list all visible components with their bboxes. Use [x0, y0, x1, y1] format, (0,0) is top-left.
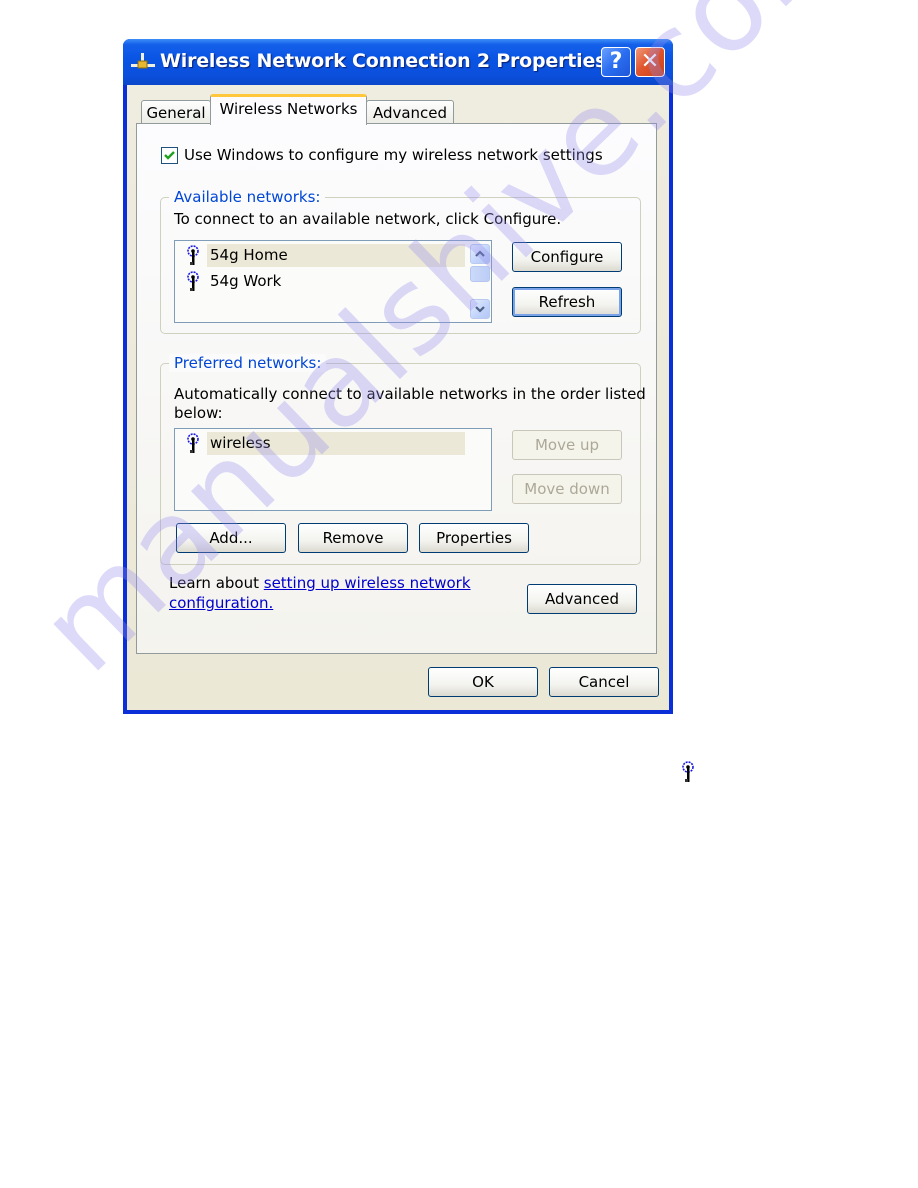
help-icon: ?	[609, 49, 623, 74]
refresh-button[interactable]: Refresh	[512, 287, 622, 317]
add-button[interactable]: Add...	[176, 523, 286, 553]
available-networks-instruction: To connect to an available network, clic…	[174, 210, 562, 228]
preferred-networks-group: Preferred networks: Automatically connec…	[160, 354, 646, 565]
list-item[interactable]: 54g Work	[175, 269, 465, 294]
available-networks-legend: Available networks:	[169, 188, 326, 206]
tab-general[interactable]: General	[141, 100, 211, 124]
wireless-antenna-icon	[682, 761, 694, 782]
use-windows-checkbox[interactable]	[161, 147, 178, 164]
preferred-networks-legend: Preferred networks:	[169, 354, 327, 372]
properties-button[interactable]: Properties	[419, 523, 529, 553]
advanced-button[interactable]: Advanced	[527, 584, 637, 614]
learn-about-prefix: Learn about	[169, 574, 264, 592]
title-bar[interactable]: Wireless Network Connection 2 Properties…	[123, 39, 673, 85]
chevron-up-icon	[475, 250, 485, 257]
preferred-networks-list[interactable]: wireless	[174, 428, 492, 511]
checkmark-icon	[164, 151, 175, 160]
scroll-up-button[interactable]	[470, 244, 490, 264]
preferred-networks-instruction-line1: Automatically connect to available netwo…	[174, 385, 646, 403]
close-icon: ✕	[640, 49, 660, 74]
available-networks-group: Available networks: To connect to an ava…	[160, 188, 641, 334]
list-item[interactable]: 54g Home	[175, 243, 465, 268]
learn-about-text: Learn about setting up wireless network …	[169, 573, 471, 613]
vertical-scrollbar[interactable]	[468, 242, 490, 321]
network-name: 54g Home	[210, 246, 288, 264]
wireless-config-link-line1[interactable]: setting up wireless network	[264, 574, 471, 592]
network-name: wireless	[210, 434, 271, 452]
tab-wireless-networks[interactable]: Wireless Networks	[210, 94, 367, 125]
wireless-antenna-icon	[187, 433, 199, 453]
wireless-networks-panel: Use Windows to configure my wireless net…	[136, 123, 657, 654]
available-networks-list[interactable]: 54g Home 54g Work	[174, 240, 492, 323]
network-name: 54g Work	[210, 272, 282, 290]
preferred-networks-instruction-line2: below:	[174, 404, 223, 422]
move-down-button[interactable]: Move down	[512, 474, 622, 504]
properties-dialog: Wireless Network Connection 2 Properties…	[123, 39, 673, 714]
remove-button[interactable]: Remove	[298, 523, 408, 553]
ok-button[interactable]: OK	[428, 667, 538, 697]
wireless-antenna-icon	[187, 245, 199, 265]
close-button[interactable]: ✕	[635, 47, 665, 77]
window-title: Wireless Network Connection 2 Properties	[160, 50, 607, 72]
help-button[interactable]: ?	[601, 47, 631, 77]
network-connection-icon	[131, 53, 155, 69]
wireless-config-link-line2[interactable]: configuration.	[169, 594, 273, 612]
move-up-button[interactable]: Move up	[512, 430, 622, 460]
dialog-client-area: General Wireless Networks Advanced Use W…	[127, 85, 669, 710]
wireless-antenna-icon	[187, 271, 199, 291]
tab-advanced[interactable]: Advanced	[366, 100, 454, 124]
scroll-down-button[interactable]	[470, 299, 490, 319]
configure-button[interactable]: Configure	[512, 242, 622, 272]
cancel-button[interactable]: Cancel	[549, 667, 659, 697]
chevron-down-icon	[475, 306, 485, 313]
scroll-thumb[interactable]	[470, 266, 490, 282]
list-item[interactable]: wireless	[175, 431, 465, 456]
use-windows-label[interactable]: Use Windows to configure my wireless net…	[184, 146, 603, 164]
